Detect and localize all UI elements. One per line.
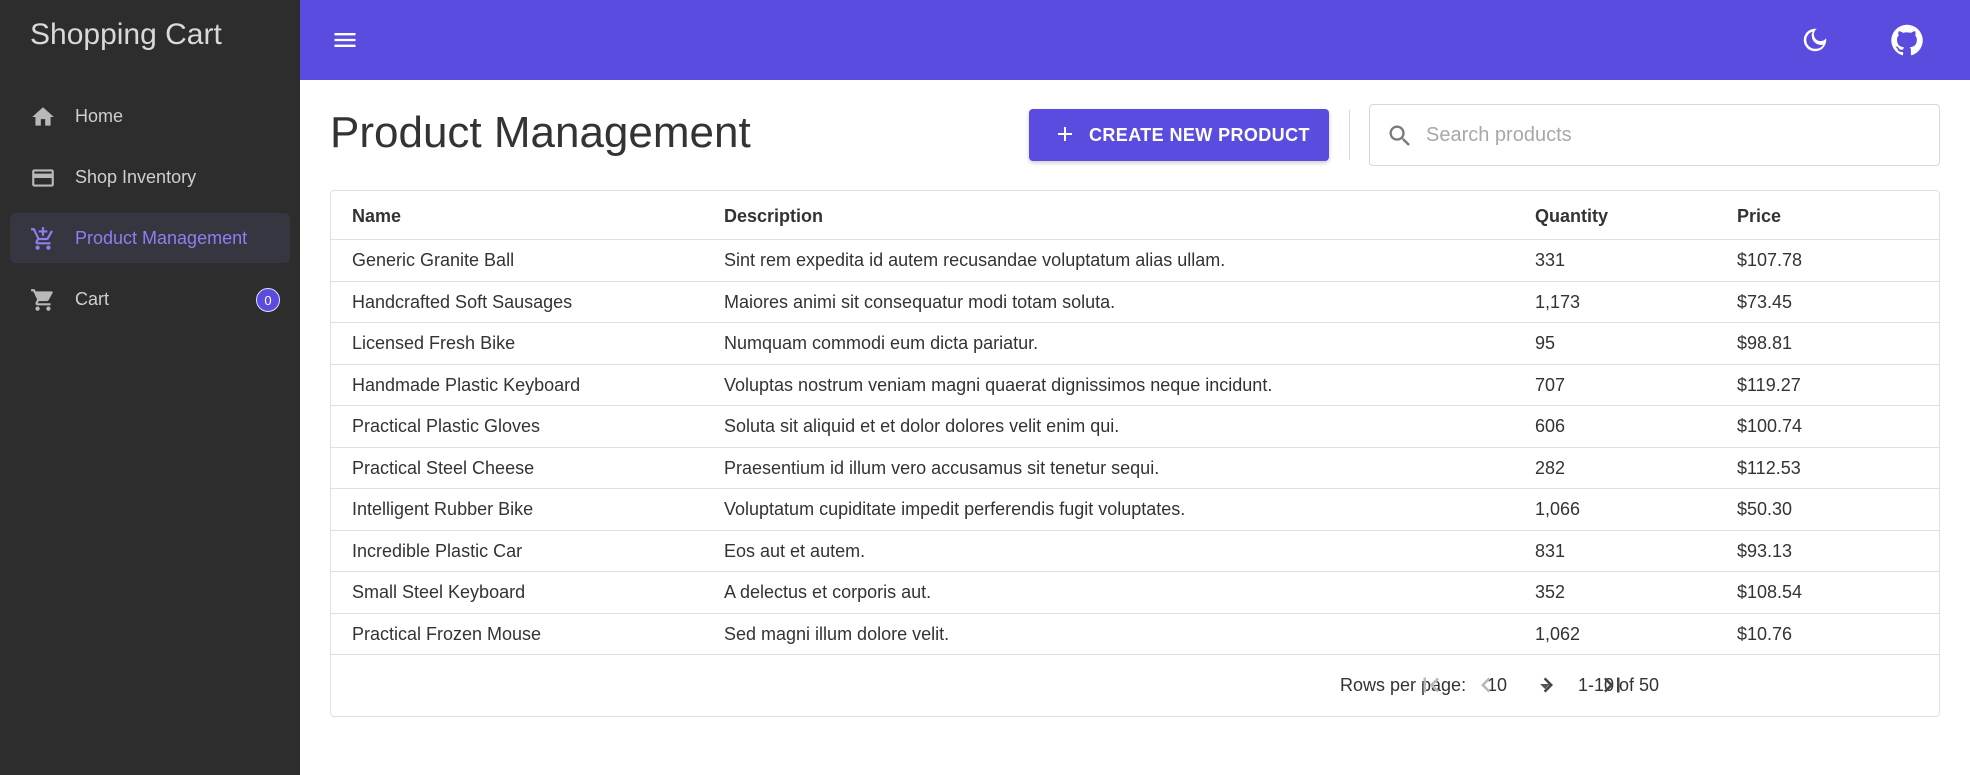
cell-quantity: 95 xyxy=(1535,333,1556,353)
column-header-name[interactable]: Name xyxy=(352,206,401,227)
cell-quantity: 1,066 xyxy=(1535,499,1581,519)
first-page-icon xyxy=(1423,677,1440,693)
column-header-quantity[interactable]: Quantity xyxy=(1535,206,1608,227)
table-row[interactable]: Practical Steel Cheese Praesentium id ill… xyxy=(331,448,1939,489)
cell-name: Practical Steel Cheese xyxy=(352,457,535,478)
cell-quantity: 282 xyxy=(1535,457,1566,478)
cell-price: $119.27 xyxy=(1737,374,1801,395)
cell-name: Licensed Fresh Bike xyxy=(352,333,516,353)
cell-quantity: 1,173 xyxy=(1535,291,1581,312)
sidebar-item-cart[interactable]: Cart 0 xyxy=(10,274,290,324)
home-icon xyxy=(30,104,56,130)
table-row[interactable]: Generic Granite Ball Sint rem expedita id… xyxy=(331,240,1939,282)
app-title: Shopping Cart xyxy=(30,18,222,51)
plus-icon xyxy=(1053,122,1077,146)
github-icon[interactable] xyxy=(1890,23,1924,57)
table-row[interactable]: Incredible Plastic Car Eos aut et autem. 8… xyxy=(331,531,1939,572)
cell-description: Maiores animi sit consequatur modi totam… xyxy=(724,291,1116,312)
cell-quantity: 707 xyxy=(1535,374,1566,395)
cell-price: $107.78 xyxy=(1737,250,1803,270)
search-field[interactable] xyxy=(1369,104,1940,166)
table-pagination: Rows per page: 10 1-10 of 50 xyxy=(331,655,1939,717)
cell-name: Handmade Plastic Keyboard xyxy=(352,374,581,395)
cell-description: Praesentium id illum vero accusamus sit … xyxy=(724,457,1160,478)
column-header-description[interactable]: Description xyxy=(724,206,823,227)
cart-plus-icon xyxy=(30,226,56,252)
products-table: Name Description Quantity Price Generic … xyxy=(330,190,1940,717)
sidebar-item-label: Home xyxy=(75,106,124,126)
cell-description: Soluta sit aliquid et et dolor dolores v… xyxy=(724,416,1120,436)
cell-price: $98.81 xyxy=(1737,333,1793,353)
table-row[interactable]: Handmade Plastic Keyboard Voluptas nostru… xyxy=(331,365,1939,406)
cell-description: Sint rem expedita id autem recusandae vo… xyxy=(724,250,1226,270)
sidebar-item-shop-inventory[interactable]: Shop Inventory xyxy=(10,152,290,202)
table-row[interactable]: Practical Plastic Gloves Soluta sit aliqu… xyxy=(331,406,1939,448)
search-icon xyxy=(1386,122,1414,150)
cart-icon xyxy=(30,287,56,313)
cell-price: $112.53 xyxy=(1737,457,1801,478)
cell-description: A delectus et corporis aut. xyxy=(724,582,932,602)
cell-description: Numquam commodi eum dicta pariatur. xyxy=(724,333,1039,353)
top-app-bar xyxy=(300,0,1970,80)
page-title: Product Management xyxy=(330,108,751,157)
cell-name: Small Steel Keyboard xyxy=(352,582,526,602)
cell-name: Handcrafted Soft Sausages xyxy=(352,291,573,312)
sidebar-item-product-management[interactable]: Product Management xyxy=(10,213,290,263)
previous-page-button[interactable] xyxy=(1471,670,1501,700)
next-page-button[interactable] xyxy=(1533,670,1563,700)
sidebar-item-home[interactable]: Home xyxy=(10,91,290,141)
credit-card-icon xyxy=(30,165,56,191)
menu-icon[interactable] xyxy=(330,26,360,54)
cell-description: Eos aut et autem. xyxy=(724,540,866,561)
search-input[interactable] xyxy=(1426,119,1926,151)
cell-quantity: 1,062 xyxy=(1535,623,1581,644)
sidebar-item-label: Shop Inventory xyxy=(75,167,197,187)
table-row[interactable]: Practical Frozen Mouse Sed magni illum do… xyxy=(331,614,1939,655)
rows-per-page-label: Rows per page: xyxy=(1340,675,1467,695)
sidebar-item-label: Cart xyxy=(75,289,110,309)
column-header-price[interactable]: Price xyxy=(1737,206,1781,227)
cell-name: Intelligent Rubber Bike xyxy=(352,499,534,519)
cell-price: $108.54 xyxy=(1737,582,1803,602)
moon-icon[interactable] xyxy=(1800,25,1830,55)
sidebar: Shopping Cart Home Shop Inventory Produc… xyxy=(0,0,300,775)
cart-count-badge: 0 xyxy=(256,288,280,312)
cell-quantity: 831 xyxy=(1535,540,1566,561)
table-row[interactable]: Intelligent Rubber Bike Voluptatum cupidi… xyxy=(331,489,1939,531)
first-page-button[interactable] xyxy=(1416,670,1446,700)
cell-name: Generic Granite Ball xyxy=(352,250,515,270)
cell-quantity: 352 xyxy=(1535,582,1566,602)
sidebar-item-label: Product Management xyxy=(75,228,248,248)
table-row[interactable]: Licensed Fresh Bike Numquam commodi eum d… xyxy=(331,323,1939,365)
table-row[interactable]: Handcrafted Soft Sausages Maiores animi s… xyxy=(331,282,1939,323)
cell-price: $93.13 xyxy=(1737,540,1793,561)
cell-price: $10.76 xyxy=(1737,623,1793,644)
cell-price: $73.45 xyxy=(1737,291,1793,312)
last-page-icon xyxy=(1603,677,1620,693)
cell-description: Voluptas nostrum veniam magni quaerat di… xyxy=(724,374,1273,395)
cell-price: $100.74 xyxy=(1737,416,1803,436)
last-page-button[interactable] xyxy=(1597,670,1627,700)
create-button-label: CREATE NEW PRODUCT xyxy=(1089,125,1310,145)
cell-name: Incredible Plastic Car xyxy=(352,540,523,561)
chevron-right-icon xyxy=(1543,677,1553,693)
cell-description: Voluptatum cupiditate impedit perferendi… xyxy=(724,499,1186,519)
chevron-left-icon xyxy=(1481,677,1491,693)
cell-price: $50.30 xyxy=(1737,499,1793,519)
cell-quantity: 606 xyxy=(1535,416,1566,436)
cell-description: Sed magni illum dolore velit. xyxy=(724,623,950,644)
toolbar-divider xyxy=(1349,110,1350,160)
create-new-product-button[interactable]: CREATE NEW PRODUCT xyxy=(1029,109,1329,161)
cell-name: Practical Plastic Gloves xyxy=(352,416,541,436)
table-row[interactable]: Small Steel Keyboard A delectus et corpor… xyxy=(331,572,1939,614)
cell-name: Practical Frozen Mouse xyxy=(352,623,542,644)
sidebar-nav: Home Shop Inventory Product Management C… xyxy=(10,91,290,335)
cell-quantity: 331 xyxy=(1535,250,1566,270)
table-header: Name Description Quantity Price xyxy=(331,191,1939,240)
